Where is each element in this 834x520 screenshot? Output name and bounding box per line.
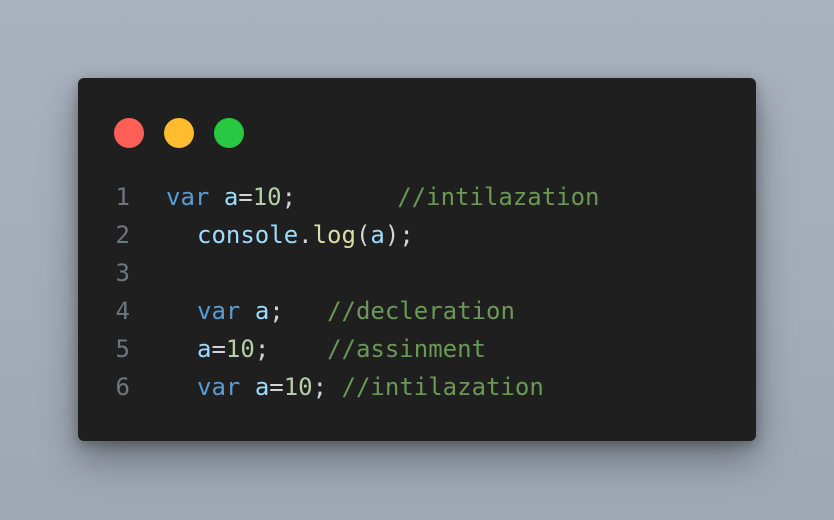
code-block: 1 var a=10; //intilazation 2 console.log(a)… <box>78 178 756 406</box>
code-token: //assinment <box>327 335 487 363</box>
code-token: //intilazation <box>341 373 544 401</box>
code-token: ; <box>312 373 342 401</box>
code-line: 1 var a=10; //intilazation <box>78 178 756 216</box>
code-token: //intilazation <box>397 183 600 211</box>
line-number: 4 <box>115 297 130 325</box>
code-token: = <box>211 335 226 363</box>
code-token: log <box>312 221 356 249</box>
code-token: ; <box>254 335 328 363</box>
code-token: = <box>269 373 284 401</box>
code-line: 3 <box>78 254 756 292</box>
code-token: a <box>197 335 212 363</box>
code-token: var <box>197 297 241 325</box>
line-number: 2 <box>115 221 130 249</box>
code-line: 5 a=10; //assinment <box>78 330 756 368</box>
line-source: a=10; //assinment <box>166 330 486 368</box>
code-token: ; <box>281 183 398 211</box>
code-line: 4 var a; //decleration <box>78 292 756 330</box>
code-token: . <box>298 221 313 249</box>
line-source: console.log(a); <box>166 216 414 254</box>
code-token: 10 <box>283 373 313 401</box>
code-token: = <box>238 183 253 211</box>
line-number: 5 <box>115 335 130 363</box>
code-token: 10 <box>252 183 282 211</box>
minimize-dot-icon[interactable] <box>164 118 194 148</box>
line-number: 6 <box>115 373 130 401</box>
line-number: 3 <box>115 259 130 287</box>
code-token: ); <box>384 221 414 249</box>
code-window: 1 var a=10; //intilazation 2 console.log(a)… <box>78 78 756 441</box>
code-token: 10 <box>225 335 255 363</box>
line-source: var a=10; //intilazation <box>166 178 600 216</box>
code-token: console <box>197 221 299 249</box>
line-number: 1 <box>115 183 130 211</box>
line-source: var a; //decleration <box>166 292 515 330</box>
code-token: a <box>254 373 270 401</box>
code-token: var <box>197 373 241 401</box>
code-line: 2 console.log(a); <box>78 216 756 254</box>
code-token: a <box>254 297 270 325</box>
line-source: var a=10; //intilazation <box>166 368 544 406</box>
window-controls <box>114 118 244 148</box>
maximize-dot-icon[interactable] <box>214 118 244 148</box>
code-token: var <box>166 183 210 211</box>
code-token: ( <box>355 221 371 249</box>
code-line: 6 var a=10; //intilazation <box>78 368 756 406</box>
code-token: a <box>370 221 385 249</box>
close-dot-icon[interactable] <box>114 118 144 148</box>
code-token: //decleration <box>327 297 515 325</box>
code-token: ; <box>269 297 328 325</box>
code-token: a <box>223 183 239 211</box>
